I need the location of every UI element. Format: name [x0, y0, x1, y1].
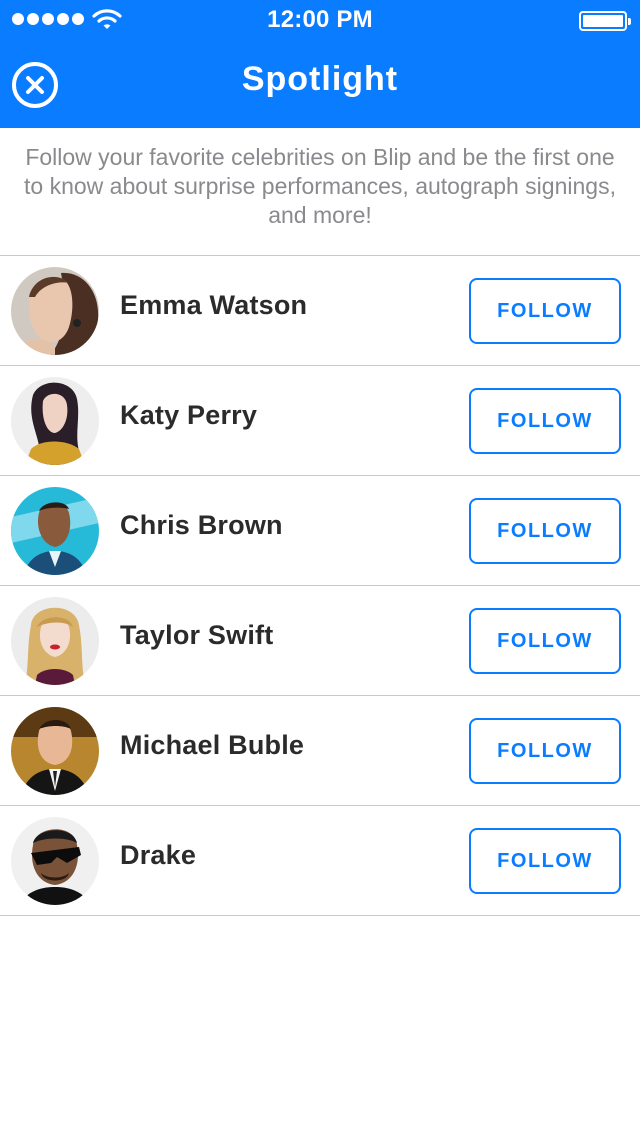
avatar-image	[11, 817, 99, 905]
follow-button[interactable]: FOLLOW	[469, 828, 621, 894]
follow-button[interactable]: FOLLOW	[469, 278, 621, 344]
battery-tip	[628, 18, 631, 25]
list-item: Katy Perry FOLLOW	[0, 366, 640, 476]
intro-text: Follow your favorite celebrities on Blip…	[24, 144, 616, 228]
app-header: 12:00 PM Spotlight	[0, 0, 640, 128]
follow-button[interactable]: FOLLOW	[469, 388, 621, 454]
avatar[interactable]	[11, 487, 99, 575]
battery-level	[583, 15, 623, 27]
avatar-image	[11, 597, 99, 685]
avatar[interactable]	[11, 377, 99, 465]
status-bar: 12:00 PM	[0, 0, 640, 40]
avatar-image	[11, 707, 99, 795]
celebrity-name: Chris Brown	[120, 510, 283, 540]
list-item: Emma Watson FOLLOW	[0, 256, 640, 366]
list-item: Taylor Swift FOLLOW	[0, 586, 640, 696]
status-time: 12:00 PM	[267, 6, 373, 33]
avatar[interactable]	[11, 597, 99, 685]
celebrity-name: Taylor Swift	[120, 620, 274, 650]
avatar-image	[11, 487, 99, 575]
battery-icon	[579, 11, 631, 31]
list-item: Drake FOLLOW	[0, 806, 640, 916]
celebrity-name: Michael Buble	[120, 730, 305, 760]
celebrity-list: Emma Watson FOLLOW Katy Perry FOLLOW Chr…	[0, 256, 640, 916]
follow-button[interactable]: FOLLOW	[469, 608, 621, 674]
avatar[interactable]	[11, 267, 99, 355]
avatar-image	[11, 377, 99, 465]
avatar[interactable]	[11, 817, 99, 905]
celebrity-name: Emma Watson	[120, 290, 308, 320]
intro-section: Follow your favorite celebrities on Blip…	[0, 128, 640, 256]
celebrity-name: Katy Perry	[120, 400, 258, 430]
avatar-image	[11, 267, 99, 355]
list-item: Chris Brown FOLLOW	[0, 476, 640, 586]
avatar[interactable]	[11, 707, 99, 795]
page-title: Spotlight	[241, 60, 399, 98]
follow-button[interactable]: FOLLOW	[469, 718, 621, 784]
list-item: Michael Buble FOLLOW	[0, 696, 640, 806]
follow-button[interactable]: FOLLOW	[469, 498, 621, 564]
celebrity-name: Drake	[120, 840, 197, 870]
